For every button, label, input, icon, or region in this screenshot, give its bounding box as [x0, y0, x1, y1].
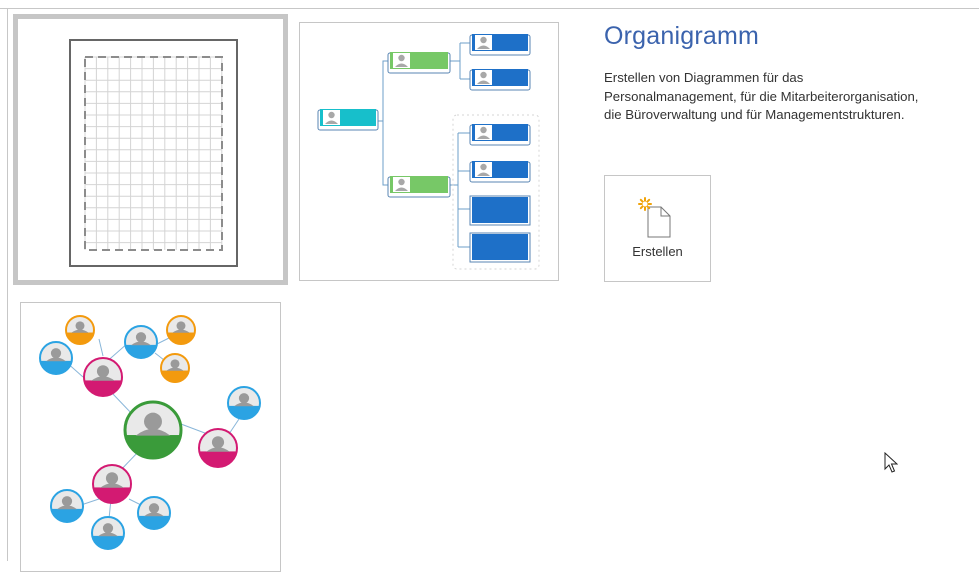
content-frame-top [0, 8, 979, 9]
network-person-node [123, 400, 183, 460]
network-person-node [124, 325, 158, 359]
org-node-card [387, 52, 451, 74]
network-person-node [198, 428, 238, 468]
template-description: Erstellen von Diagrammen für das Persona… [604, 69, 979, 125]
blank-page-grid-icon [69, 39, 238, 267]
network-person-node [83, 357, 123, 397]
description-line: Erstellen von Diagrammen für das [604, 70, 804, 85]
template-details-panel: Organigramm Erstellen von Diagrammen für… [604, 22, 979, 122]
template-title: Organigramm [604, 22, 760, 50]
network-person-node [160, 353, 190, 383]
mouse-pointer-icon [884, 452, 898, 473]
people-network-diagram-icon [39, 315, 261, 550]
org-node-card [469, 161, 531, 183]
description-line: die Büroverwaltung und für Managementstr… [604, 107, 905, 122]
network-person-node [39, 341, 73, 375]
template-people-network[interactable] [20, 302, 281, 572]
network-person-node [91, 516, 125, 550]
description-line: Personalmanagement, für die Mitarbeitero… [604, 88, 919, 104]
org-node-card [317, 109, 379, 131]
org-node-card [469, 232, 531, 263]
org-node-card [469, 124, 531, 146]
content-frame-left [7, 8, 8, 561]
org-node-card [469, 69, 531, 91]
network-person-node [50, 489, 84, 523]
network-person-node [65, 315, 95, 345]
org-node-card [469, 34, 531, 56]
network-person-node [166, 315, 196, 345]
org-node-card [469, 195, 531, 226]
template-blank-drawing[interactable] [13, 14, 288, 285]
network-person-node [227, 386, 261, 420]
org-chart-diagram-icon [317, 34, 540, 270]
template-org-chart[interactable] [299, 22, 559, 281]
org-node-card [387, 176, 451, 198]
create-button[interactable]: Erstellen [604, 175, 711, 282]
create-button-label: Erstellen [632, 244, 683, 259]
new-document-sparkle-icon [638, 197, 671, 238]
network-person-node [137, 496, 171, 530]
network-person-node [92, 464, 132, 504]
